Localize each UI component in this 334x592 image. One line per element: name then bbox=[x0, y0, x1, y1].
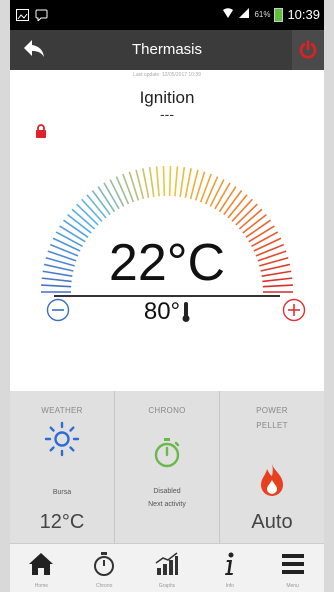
gauge-tick bbox=[142, 168, 150, 198]
gauge-tick bbox=[218, 186, 237, 213]
chat-icon bbox=[35, 8, 48, 26]
nav-label-chrono: Chrono bbox=[95, 583, 113, 589]
page-title: Thermasis bbox=[131, 41, 202, 58]
power-icon bbox=[299, 40, 317, 59]
gauge-tick bbox=[103, 182, 120, 210]
app-header: Thermasis bbox=[10, 30, 324, 70]
stopwatch-icon bbox=[115, 437, 219, 474]
chrono-card-title: CHRONO bbox=[148, 406, 186, 415]
gauge-tick bbox=[184, 168, 192, 198]
temperature-divider bbox=[54, 295, 280, 297]
flame-icon bbox=[220, 463, 324, 502]
nav-item-menu[interactable]: Menu bbox=[261, 544, 324, 592]
power-card[interactable]: POWER PELLET Auto bbox=[220, 391, 324, 543]
increase-temperature-button[interactable] bbox=[282, 298, 306, 327]
chrono-status: Disabled bbox=[153, 488, 181, 495]
power-card-title-line1: POWER bbox=[256, 406, 288, 415]
gauge-tick bbox=[162, 166, 166, 197]
bottom-nav: Home Chrono Graphs Info Menu bbox=[10, 543, 324, 592]
water-temperature-value: 80° bbox=[143, 298, 181, 325]
battery-percent: 61% bbox=[254, 10, 271, 19]
gauge-tick bbox=[214, 182, 231, 210]
gauge-tick bbox=[97, 186, 116, 213]
power-card-title-line2: PELLET bbox=[256, 421, 288, 430]
gauge-tick bbox=[148, 167, 155, 198]
sun-icon bbox=[10, 421, 114, 462]
signal-icon bbox=[238, 7, 250, 22]
clock: 10:39 bbox=[287, 7, 320, 22]
nav-item-info[interactable]: Info bbox=[198, 544, 261, 592]
app-screen: 61% 10:39 Thermasis Last update: 12/05/2… bbox=[10, 0, 324, 592]
weather-temperature: 12°C bbox=[39, 511, 85, 533]
info-icon bbox=[224, 552, 234, 575]
power-mode: Auto bbox=[251, 511, 293, 533]
stopwatch-icon bbox=[94, 552, 115, 576]
stove-state-label: Ignition bbox=[139, 88, 195, 107]
gauge-tick bbox=[174, 166, 179, 197]
nav-item-graphs[interactable]: Graphs bbox=[136, 544, 199, 592]
nav-label-graphs: Graphs bbox=[158, 583, 176, 589]
power-card-title: POWER PELLET bbox=[220, 403, 324, 433]
gauge-tick bbox=[115, 176, 130, 205]
nav-label-home: Home bbox=[34, 583, 49, 589]
gauge-tick bbox=[155, 166, 160, 197]
room-temperature: 22°C bbox=[108, 234, 226, 292]
wifi-icon bbox=[222, 7, 234, 22]
weather-card-title: WEATHER bbox=[41, 406, 83, 415]
last-update-text: Last update: 12/05/2017 10:39 bbox=[133, 72, 201, 78]
graph-icon bbox=[155, 552, 178, 575]
gallery-icon bbox=[16, 8, 29, 26]
plus-circle-icon bbox=[282, 298, 306, 322]
nav-item-home[interactable]: Home bbox=[10, 544, 73, 592]
power-button[interactable] bbox=[292, 30, 324, 70]
chrono-card[interactable]: CHRONO Disabled Next activity bbox=[115, 391, 220, 543]
status-bar: 61% 10:39 bbox=[10, 0, 324, 30]
thermometer-icon bbox=[182, 302, 190, 322]
gauge-tick bbox=[179, 167, 186, 198]
chrono-next-activity: Next activity bbox=[148, 501, 186, 508]
menu-icon bbox=[281, 554, 304, 574]
weather-city: Bursa bbox=[52, 489, 72, 496]
home-icon bbox=[29, 553, 54, 575]
nav-label-info: Info bbox=[225, 583, 234, 589]
water-temperature: 80° bbox=[10, 298, 324, 326]
gauge-tick bbox=[209, 179, 225, 207]
weather-card[interactable]: WEATHER Bursa 12°C bbox=[10, 391, 115, 543]
gauge-tick bbox=[109, 179, 125, 207]
gauge-tick bbox=[168, 166, 172, 197]
nav-label-menu: Menu bbox=[286, 583, 299, 589]
gauge-tick bbox=[204, 176, 219, 205]
info-cards: WEATHER Bursa 12°C CHRONO Disabled Next … bbox=[10, 391, 324, 543]
nav-item-chrono[interactable]: Chrono bbox=[73, 544, 136, 592]
battery-icon bbox=[274, 7, 284, 22]
